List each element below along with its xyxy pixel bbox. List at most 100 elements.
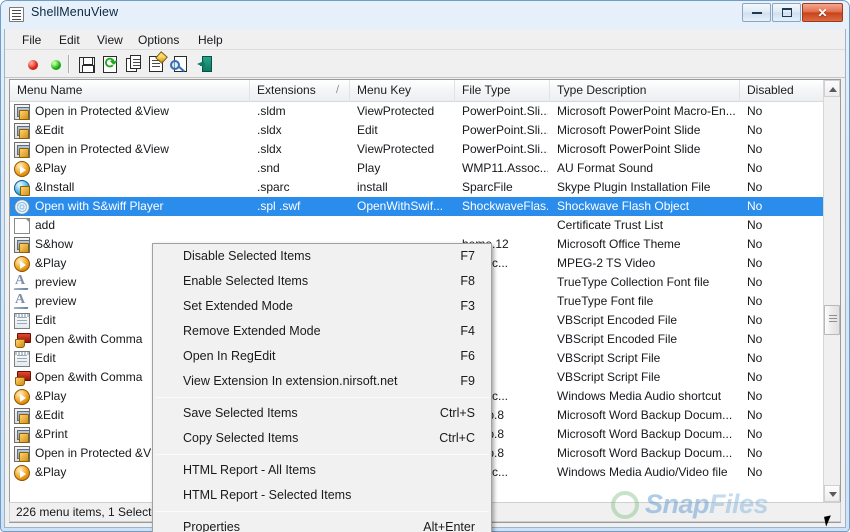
refresh-button[interactable] [100, 54, 122, 75]
cell-extensions: .sldx [257, 123, 282, 137]
menubar-item-help[interactable]: Help [191, 31, 230, 48]
cell-extensions: .sldx [257, 142, 282, 156]
context-menu-item-shortcut: F8 [460, 274, 475, 288]
cell-file-type: ShockwaveFlas... [462, 199, 548, 213]
scroll-up-button[interactable] [824, 80, 840, 97]
context-menu-item-label: Remove Extended Mode [183, 324, 321, 338]
column-header-menu-key[interactable]: Menu Key [350, 80, 455, 102]
cell-type-description: VBScript Script File [557, 351, 661, 365]
cell-disabled: No [747, 408, 763, 422]
table-row[interactable]: Open with S&wiff Player .spl .swf OpenWith… [10, 197, 840, 216]
column-header-menu-name[interactable]: Menu Name [10, 80, 250, 102]
cell-disabled: No [747, 123, 763, 137]
table-row[interactable]: &Edit .sldx Edit PowerPoint.Sli... Microsoft… [10, 121, 840, 140]
column-header-menu-key-label: Menu Key [357, 83, 412, 97]
cell-disabled: No [747, 465, 763, 479]
cell-type-description: VBScript Encoded File [557, 313, 678, 327]
table-row[interactable]: &Install .sparc install SparcFile Skype Plug… [10, 178, 840, 197]
cell-file-type: PowerPoint.Sli... [462, 142, 548, 156]
toolbar-separator [68, 55, 69, 73]
cell-type-description: Microsoft PowerPoint Slide [557, 142, 701, 156]
cell-type-description: Certificate Trust List [557, 218, 664, 232]
enable-selected-items-button[interactable] [46, 54, 68, 75]
cell-file-type: PowerPoint.Sli... [462, 104, 548, 118]
context-menu[interactable]: Disable Selected Items F7 Enable Selected … [152, 243, 492, 532]
menu-separator [155, 397, 489, 398]
cell-type-description: Microsoft Word Backup Docum... [557, 427, 733, 441]
menu-separator [155, 454, 489, 455]
column-header-extensions[interactable]: Extensions / [250, 80, 350, 102]
cell-menu-name: Open in Protected &View [35, 104, 169, 118]
minimize-icon [743, 4, 770, 21]
cell-menu-name: &Edit [35, 123, 64, 137]
context-menu-item-copy-selected-items[interactable]: Copy Selected Items Ctrl+C [153, 426, 491, 451]
context-menu-item-shortcut: F7 [460, 249, 475, 263]
menubar-item-view[interactable]: View [90, 31, 130, 48]
save-selected-items-button[interactable] [76, 54, 98, 75]
context-menu-item-html-report-selected-items[interactable]: HTML Report - Selected Items [153, 483, 491, 508]
sort-indicator-icon: / [335, 84, 339, 96]
table-row[interactable]: Open in Protected &View .sldx ViewProtecte… [10, 140, 840, 159]
cell-menu-key: OpenWithSwif... [357, 199, 444, 213]
scroll-down-button[interactable] [824, 485, 840, 502]
menubar-item-file[interactable]: File [15, 31, 48, 48]
column-header-menu-name-label: Menu Name [17, 83, 83, 97]
context-menu-item-view-extension-in-extension-nirsoft-net[interactable]: View Extension In extension.nirsoft.net F… [153, 369, 491, 394]
cell-menu-key: Play [357, 161, 381, 175]
cell-extensions: .sparc [257, 180, 290, 194]
context-menu-item-shortcut: F9 [460, 374, 475, 388]
cell-extensions: .spl .swf [257, 199, 301, 213]
cell-extensions [257, 218, 348, 235]
cell-menu-name: &Install [35, 180, 75, 194]
context-menu-item-enable-selected-items[interactable]: Enable Selected Items F8 [153, 269, 491, 294]
cell-disabled: No [747, 180, 763, 194]
cell-menu-key [357, 218, 453, 235]
vertical-scrollbar[interactable] [823, 80, 840, 502]
properties-button[interactable] [147, 51, 169, 75]
context-menu-item-shortcut: Ctrl+C [439, 431, 475, 445]
menubar-item-edit[interactable]: Edit [52, 31, 87, 48]
close-button[interactable]: ✕ [802, 3, 843, 22]
context-menu-item-open-in-regedit[interactable]: Open In RegEdit F6 [153, 344, 491, 369]
minimize-button[interactable] [742, 3, 771, 22]
context-menu-item-set-extended-mode[interactable]: Set Extended Mode F3 [153, 294, 491, 319]
cell-disabled: No [747, 351, 763, 365]
table-row[interactable]: Open in Protected &View .sldm ViewProtecte… [10, 102, 840, 121]
floppy-save-icon [79, 57, 95, 73]
context-menu-item-properties[interactable]: Properties Alt+Enter [153, 515, 491, 532]
column-header-file-type[interactable]: File Type [455, 80, 550, 102]
cell-type-description: Microsoft Office Theme [557, 237, 681, 251]
exit-arrow-stem-icon [200, 62, 205, 66]
column-header-type-description[interactable]: Type Description [550, 80, 740, 102]
cell-menu-name: add [35, 218, 56, 232]
menubar-item-options[interactable]: Options [131, 31, 186, 48]
close-icon: ✕ [817, 5, 828, 20]
context-menu-item-html-report-all-items[interactable]: HTML Report - All Items [153, 458, 491, 483]
cell-type-description: TrueType Collection Font file [557, 275, 710, 289]
menu-bar: File Edit View Options Help [5, 29, 845, 50]
context-menu-item-save-selected-items[interactable]: Save Selected Items Ctrl+S [153, 401, 491, 426]
cell-menu-name: &Play [35, 161, 67, 175]
context-menu-item-shortcut: F3 [460, 299, 475, 313]
table-row[interactable]: &Play .snd Play WMP11.Assoc... AU Format Sou… [10, 159, 840, 178]
column-header-disabled[interactable]: Disabled [740, 80, 825, 102]
context-menu-item-disable-selected-items[interactable]: Disable Selected Items F7 [153, 244, 491, 269]
cell-menu-key: install [357, 180, 388, 194]
find-button[interactable] [170, 54, 192, 75]
copy-selected-items-button[interactable] [124, 54, 146, 75]
disable-selected-items-button[interactable] [23, 54, 45, 75]
menu-separator [155, 511, 489, 512]
cell-type-description: VBScript Encoded File [557, 332, 678, 346]
cell-type-description: Microsoft Word Backup Docum... [557, 446, 733, 460]
context-menu-item-remove-extended-mode[interactable]: Remove Extended Mode F4 [153, 319, 491, 344]
maximize-button[interactable] [772, 3, 801, 22]
context-menu-item-label: Enable Selected Items [183, 274, 309, 288]
vertical-scrollbar-thumb[interactable] [824, 305, 840, 335]
column-header-type-description-label: Type Description [557, 83, 647, 97]
cell-type-description: Microsoft PowerPoint Macro-En... [557, 104, 736, 118]
cell-type-description: Microsoft PowerPoint Slide [557, 123, 701, 137]
cell-menu-name: Open with S&wiff Player [35, 199, 164, 213]
exit-button[interactable] [194, 54, 216, 75]
table-row[interactable]: add Certificate Trust List No [10, 216, 840, 235]
cell-disabled: No [747, 370, 763, 384]
